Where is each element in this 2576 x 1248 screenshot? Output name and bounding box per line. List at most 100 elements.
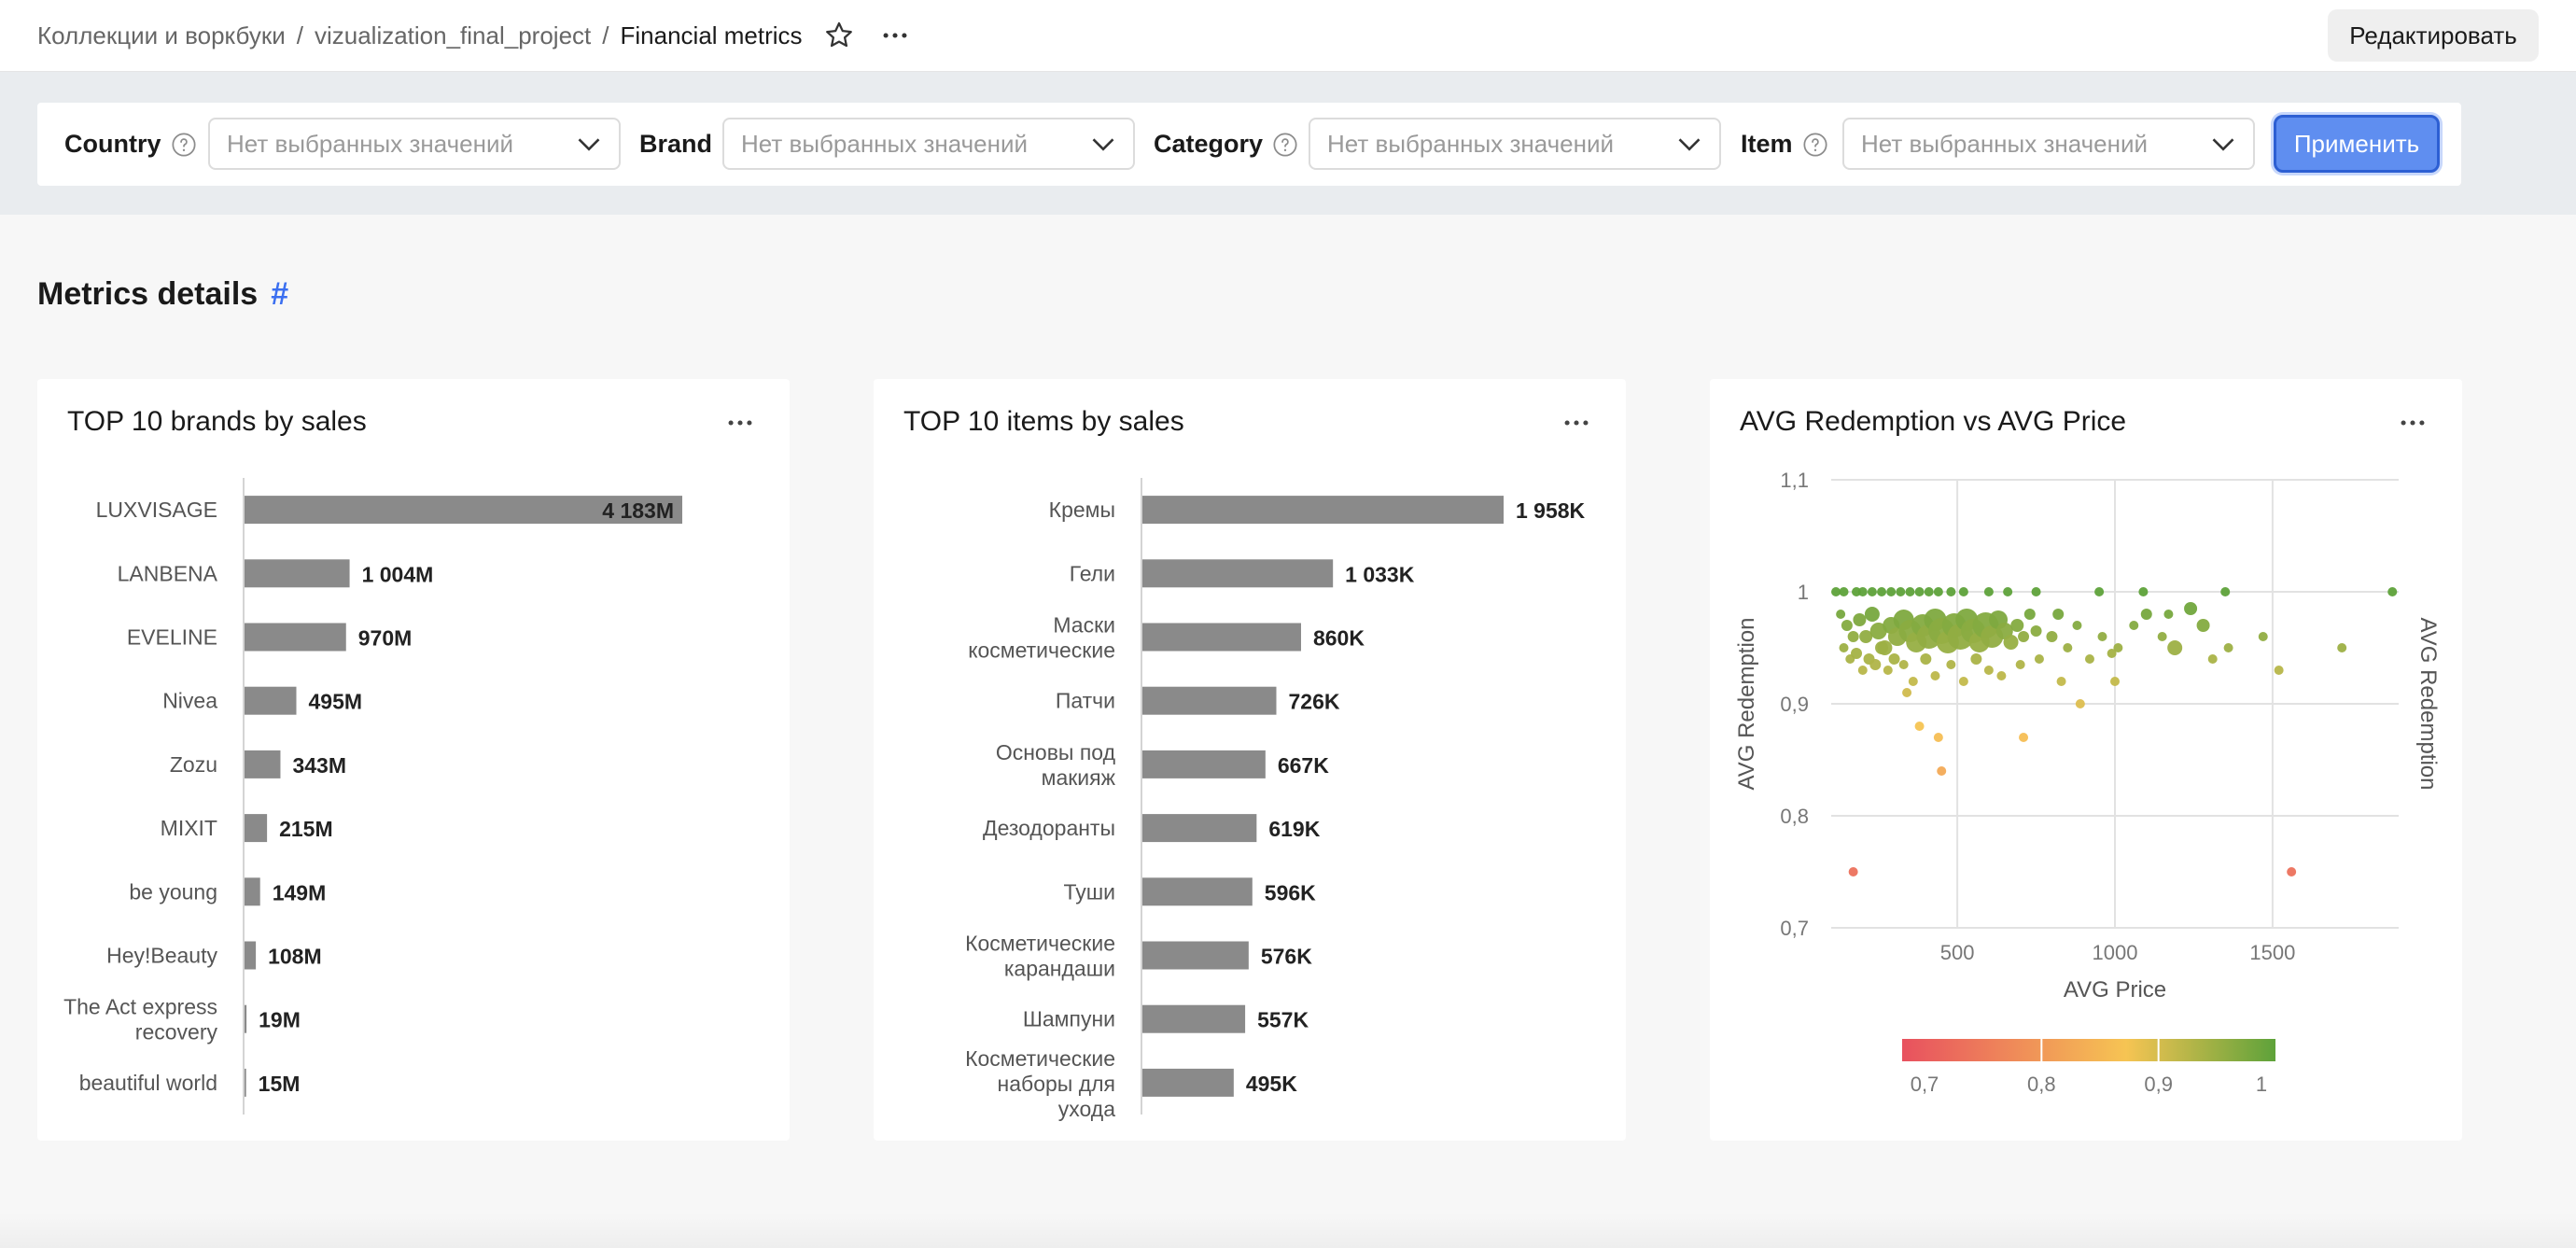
- scatter-point: [1839, 587, 1849, 596]
- scatter-point: [1914, 722, 1925, 731]
- bar: [1142, 750, 1266, 778]
- y-tick-label: 1: [1798, 581, 1809, 604]
- value-label: 108M: [268, 945, 322, 969]
- scatter-point: [2097, 632, 2107, 641]
- country-select[interactable]: Нет выбранных значений: [208, 118, 621, 170]
- category-label: Туши: [1063, 879, 1115, 904]
- scatter-point: [2019, 733, 2029, 742]
- help-icon[interactable]: [171, 132, 197, 158]
- scatter-chart-card: AVG Redemption vs AVG Price 0,7 0,8 0,9 1 1,…: [1710, 379, 2462, 1141]
- value-label: 215M: [279, 817, 333, 841]
- value-label: 576K: [1261, 945, 1312, 969]
- scatter-point: [1883, 666, 1893, 675]
- category-label: LUXVISAGE: [96, 498, 217, 522]
- country-filter-label: Country: [64, 103, 197, 186]
- value-label: 149M: [273, 880, 327, 904]
- value-label: 860K: [1313, 626, 1365, 651]
- value-label: 1 033K: [1345, 562, 1415, 586]
- scatter-point: [1946, 587, 1956, 596]
- category-label-text: Category: [1154, 130, 1264, 158]
- item-label-text: Item: [1741, 130, 1793, 158]
- category-label: Косметические наборы для ухода: [965, 1046, 1115, 1121]
- scatter-point: [1970, 653, 1982, 665]
- bar: [1142, 941, 1249, 970]
- scatter-point: [1857, 587, 1868, 596]
- bar: [1142, 559, 1334, 588]
- filter-panel: Country Нет выбранных значений Brand Нет…: [37, 103, 2461, 186]
- apply-button[interactable]: Применить: [2274, 115, 2440, 173]
- scatter-point: [2274, 666, 2284, 675]
- breadcrumb: Коллекции и воркбуки / vizualization_fin…: [37, 0, 911, 71]
- star-icon[interactable]: [823, 20, 855, 51]
- country-select-placeholder: Нет выбранных значений: [227, 130, 514, 158]
- value-label: 726K: [1288, 690, 1339, 714]
- category-label: Hey!Beauty: [106, 944, 217, 968]
- scatter-point: [2184, 602, 2198, 615]
- scatter-point: [1836, 610, 1846, 619]
- brand-select[interactable]: Нет выбранных значений: [722, 118, 1135, 170]
- value-label: 970M: [358, 626, 413, 651]
- chevron-down-icon: [578, 138, 600, 151]
- scatter-point: [1930, 671, 1940, 680]
- scatter-point: [2220, 587, 2231, 596]
- section-anchor-link[interactable]: #: [271, 276, 288, 313]
- help-icon[interactable]: [1272, 132, 1298, 158]
- section-title-text: Metrics details: [37, 275, 259, 312]
- page-bottom-edge: [0, 1213, 2576, 1248]
- scatter-point: [2034, 654, 2044, 664]
- brands-bar-chart: LUXVISAGE 4 183M LANBENA 1 004M EVELINE 970M N…: [63, 478, 682, 1115]
- bar: [245, 623, 346, 652]
- bar: [245, 877, 260, 906]
- scatter-point: [2140, 609, 2152, 620]
- category-select[interactable]: Нет выбранных значений: [1309, 118, 1721, 170]
- scatter-point: [1896, 587, 1906, 596]
- bar: [1142, 1004, 1246, 1033]
- chevron-down-icon: [1092, 138, 1114, 151]
- y-axis-label: AVG Redemption: [1734, 618, 1759, 791]
- scatter-point: [2018, 631, 2030, 642]
- scatter-point: [1958, 587, 1968, 596]
- category-label: The Act express recovery: [63, 995, 217, 1045]
- items-bar-chart: Кремы 1 958K Гели 1 033K Маски косметические 8…: [965, 478, 1586, 1121]
- scatter-point: [1867, 587, 1877, 596]
- chevron-down-icon: [2212, 138, 2234, 151]
- bar: [245, 750, 281, 778]
- value-label: 1 958K: [1516, 498, 1586, 523]
- scatter-point: [1864, 607, 1880, 622]
- breadcrumb-project[interactable]: vizualization_final_project: [315, 21, 591, 50]
- value-label: 343M: [292, 753, 346, 778]
- item-filter-label: Item: [1741, 103, 1828, 186]
- brands-chart-card: TOP 10 brands by sales LUXVISAGE 4 183M LA…: [37, 379, 790, 1141]
- edit-button[interactable]: Редактировать: [2328, 9, 2539, 62]
- breadcrumb-collections[interactable]: Коллекции и воркбуки: [37, 21, 286, 50]
- scatter-point: [1908, 677, 1918, 686]
- category-label: Кремы: [1049, 498, 1115, 522]
- scatter-point: [2163, 610, 2174, 619]
- scatter-point: [1898, 660, 1909, 669]
- scatter-point: [1905, 587, 1915, 596]
- section-title: Metrics details #: [37, 271, 288, 317]
- value-label: 596K: [1265, 880, 1316, 904]
- page-title: Financial metrics: [620, 21, 803, 49]
- color-scale-label: 0,7: [1911, 1073, 1939, 1096]
- breadcrumb-separator: /: [296, 21, 303, 49]
- scatter-point: [1946, 660, 1956, 669]
- more-icon[interactable]: [879, 20, 911, 51]
- x-tick-label: 1000: [2093, 941, 2138, 964]
- scatter-point: [2107, 649, 2117, 658]
- category-label: LANBENA: [118, 561, 218, 585]
- value-label: 1 004M: [362, 562, 434, 586]
- country-label-text: Country: [64, 130, 161, 158]
- scatter-point: [1958, 677, 1968, 686]
- help-icon[interactable]: [1802, 132, 1828, 158]
- x-tick-label: 500: [1940, 941, 1975, 964]
- bar: [1142, 496, 1504, 525]
- items-chart-card: TOP 10 items by sales Кремы 1 958K Гели 1 0…: [874, 379, 1626, 1141]
- scatter-point: [2287, 867, 2297, 876]
- scatter-point: [2129, 621, 2139, 630]
- category-label: Nivea: [162, 689, 217, 713]
- item-select[interactable]: Нет выбранных значений: [1842, 118, 2255, 170]
- y-tick-label: 0,8: [1780, 805, 1809, 828]
- x-tick-label: 1500: [2249, 941, 2295, 964]
- scatter-point: [2138, 587, 2149, 596]
